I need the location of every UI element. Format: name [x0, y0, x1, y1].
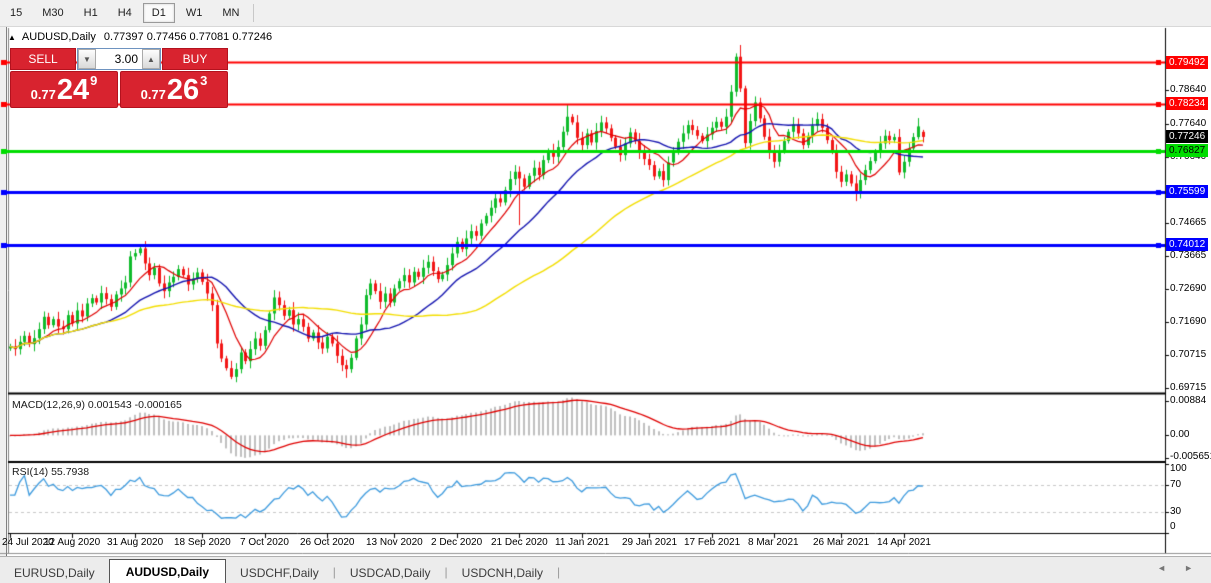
tab-separator: |: [557, 565, 560, 583]
symbol-tab-bar: EURUSD,DailyAUDUSD,DailyUSDCHF,Daily|USD…: [0, 556, 1211, 583]
sell-price-sup: 9: [90, 73, 97, 88]
tab-scroll-left-icon[interactable]: ◄: [1157, 563, 1166, 573]
volume-spinner: ▼ 3.00 ▲: [77, 48, 161, 70]
mt4-application: 15M30H1H4D1W1MN ▲ AUDUSD,Daily 0.77397 0…: [0, 0, 1211, 583]
chart-collapse-icon[interactable]: ▲: [8, 33, 16, 42]
chart-symbol-title: AUDUSD,Daily: [22, 31, 96, 43]
timeframe-button-15[interactable]: 15: [1, 3, 31, 23]
toolbar-separator: [253, 4, 254, 22]
tab-usdcad[interactable]: USDCAD,Daily: [336, 562, 445, 583]
sell-price-button[interactable]: 0.77 24 9: [10, 71, 118, 108]
tab-scroll-controls: ◄ ►: [1157, 563, 1193, 573]
tab-audusd[interactable]: AUDUSD,Daily: [109, 559, 226, 583]
timeframe-button-h4[interactable]: H4: [109, 3, 141, 23]
sell-price-prefix: 0.77: [31, 87, 56, 102]
buy-price-big: 26: [167, 76, 199, 105]
sell-button[interactable]: SELL: [10, 48, 76, 70]
buy-price-sup: 3: [200, 73, 207, 88]
volume-input[interactable]: 3.00: [96, 49, 142, 69]
timeframe-toolbar: 15M30H1H4D1W1MN: [0, 0, 1211, 27]
timeframe-button-mn[interactable]: MN: [213, 3, 248, 23]
buy-price-button[interactable]: 0.77 26 3: [120, 71, 228, 108]
timeframe-button-d1[interactable]: D1: [143, 3, 175, 23]
one-click-trading-panel: SELL ▼ 3.00 ▲ BUY 0.77 24 9 0.77 26 3: [10, 48, 228, 108]
volume-decrease-icon[interactable]: ▼: [78, 49, 96, 69]
buy-button[interactable]: BUY: [162, 48, 228, 70]
timeframe-button-m30[interactable]: M30: [33, 3, 72, 23]
tab-scroll-right-icon[interactable]: ►: [1184, 563, 1193, 573]
tab-usdcnh[interactable]: USDCNH,Daily: [448, 562, 557, 583]
volume-increase-icon[interactable]: ▲: [142, 49, 160, 69]
chart-title-bar: ▲ AUDUSD,Daily 0.77397 0.77456 0.77081 0…: [8, 29, 272, 45]
tab-eurusd[interactable]: EURUSD,Daily: [0, 562, 109, 583]
tab-usdchf[interactable]: USDCHF,Daily: [226, 562, 333, 583]
sell-price-big: 24: [57, 76, 89, 105]
chart-ohlc-values: 0.77397 0.77456 0.77081 0.77246: [104, 31, 272, 43]
timeframe-button-w1[interactable]: W1: [177, 3, 212, 23]
buy-price-prefix: 0.77: [141, 87, 166, 102]
timeframe-button-h1[interactable]: H1: [75, 3, 107, 23]
